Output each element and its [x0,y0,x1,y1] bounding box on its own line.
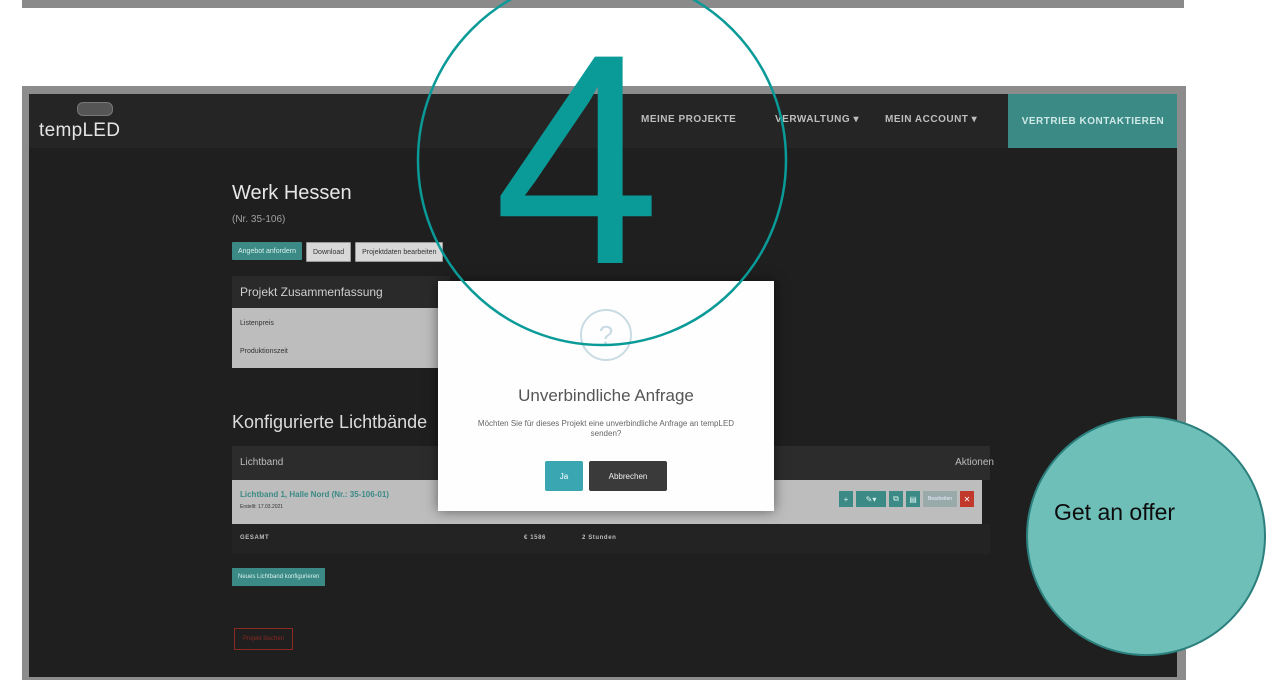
cancel-button[interactable]: Abbrechen [589,461,667,491]
row-title-link[interactable]: Lichtband 1, Halle Nord (Nr.: 35-106-01) [240,490,389,499]
contact-sales-button[interactable]: VERTRIEB KONTAKTIEREN [1008,94,1177,148]
total-time: 2 Stunden [582,535,617,541]
document-icon[interactable]: ▤ [906,491,920,507]
offer-badge-text: Get an offer [1054,499,1176,525]
dialog-buttons: Ja Abbrechen [438,461,774,491]
total-label: GESAMT [240,535,270,541]
get-offer-badge: Get an offer [1026,416,1266,656]
nav-meine-projekte[interactable]: MEINE PROJEKTE [641,114,736,125]
app-window: tempLED MEINE PROJEKTE VERWALTUNG ▾ MEIN… [29,94,1177,677]
summary-header: Projekt Zusammenfassung [232,276,450,308]
row-created-date: Erstellt: 17.03.2021 [240,504,284,510]
download-button[interactable]: Download [306,242,352,262]
request-offer-button[interactable]: Angebot anfordern [232,242,302,260]
summary-body: Listenpreis Produktionszeit [232,308,442,368]
row-grey-button[interactable]: Bearbeiten [923,491,957,507]
new-lightband-button[interactable]: Neues Lichtband konfigurieren [232,568,326,586]
logo-text: tempLED [39,120,121,141]
question-icon: ? [580,309,632,361]
nav-mein-account[interactable]: MEIN ACCOUNT ▾ [885,114,977,125]
dialog-text: Möchten Sie für dieses Projekt eine unve… [477,419,735,438]
logo[interactable]: tempLED [39,102,121,142]
project-number: (Nr. 35-106) [232,214,286,225]
summary-production-time-label: Produktionszeit [240,348,288,355]
section-title: Konfigurierte Lichtbände [232,412,428,432]
add-icon[interactable]: + [839,491,853,507]
edit-dropdown-icon[interactable]: ✎▾ [856,491,886,507]
table-total-row: GESAMT € 1586 2 Stunden [232,524,990,554]
nav-verwaltung[interactable]: VERWALTUNG ▾ [775,114,859,125]
delete-project-button[interactable]: Projekt löschen [234,628,294,650]
logo-mark-icon [77,102,113,116]
confirm-dialog: ? Unverbindliche Anfrage Möchten Sie für… [438,281,774,511]
top-frame-edge [22,0,1184,8]
column-aktionen: Aktionen [955,457,994,468]
confirm-yes-button[interactable]: Ja [545,461,583,491]
copy-icon[interactable]: ⧉ [889,491,903,507]
column-lichtband: Lichtband [240,457,284,468]
edit-project-button[interactable]: Projektdaten bearbeiten [355,242,444,262]
delete-icon[interactable]: ✕ [960,491,974,507]
navbar: tempLED MEINE PROJEKTE VERWALTUNG ▾ MEIN… [29,94,1177,148]
total-price: € 1586 [524,535,546,541]
dialog-title: Unverbindliche Anfrage [518,386,694,405]
page-title: Werk Hessen [232,182,352,204]
row-actions: + ✎▾ ⧉ ▤ Bearbeiten ✕ [839,491,974,507]
summary-list-price-label: Listenpreis [240,320,274,327]
project-button-row: Angebot anfordern Download Projektdaten … [232,242,444,262]
